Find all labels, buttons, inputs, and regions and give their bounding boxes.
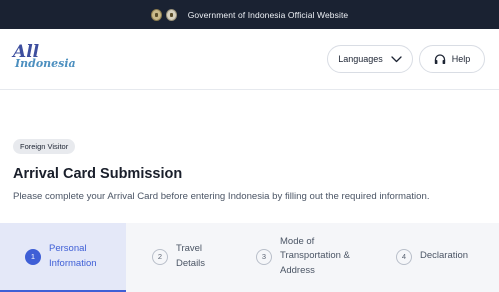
form-stepper: 1 Personal Information 2 Travel Details … — [0, 223, 499, 292]
step-mode-of-transportation[interactable]: 3 Mode of Transportation & Address — [230, 223, 372, 290]
step-personal-information[interactable]: 1 Personal Information — [0, 223, 126, 292]
emblems — [150, 8, 177, 21]
step-number: 4 — [396, 248, 412, 265]
step-travel-details[interactable]: 2 Travel Details — [126, 223, 230, 290]
government-banner: Government of Indonesia Official Website — [0, 0, 499, 29]
step-number: 3 — [256, 248, 272, 265]
logo-line-indonesia: Indonesia — [15, 57, 76, 70]
headset-icon — [434, 53, 445, 64]
step-label: Mode of Transportation & Address — [280, 235, 350, 276]
visitor-type-badge: Foreign Visitor — [13, 139, 76, 154]
step-declaration[interactable]: 4 Declaration — [372, 223, 499, 290]
languages-button[interactable]: Languages — [327, 45, 413, 73]
step-label: Personal Information — [49, 243, 97, 269]
languages-label: Languages — [338, 54, 383, 64]
site-header: All Indonesia Languages Help — [0, 29, 499, 90]
government-banner-text: Government of Indonesia Official Website — [187, 9, 349, 20]
all-indonesia-logo[interactable]: All Indonesia — [13, 44, 76, 70]
help-button[interactable]: Help — [419, 45, 485, 73]
step-label: Declaration — [420, 250, 469, 262]
step-label: Travel Details — [176, 243, 206, 269]
ministry-emblem-icon — [165, 8, 177, 21]
help-label: Help — [451, 54, 471, 64]
chevron-down-icon — [391, 55, 402, 62]
step-number: 1 — [25, 248, 41, 265]
national-emblem-icon — [150, 8, 162, 21]
page-subtitle: Please complete your Arrival Card before… — [13, 191, 430, 202]
step-number: 2 — [152, 248, 168, 265]
page-title: Arrival Card Submission — [13, 166, 183, 182]
